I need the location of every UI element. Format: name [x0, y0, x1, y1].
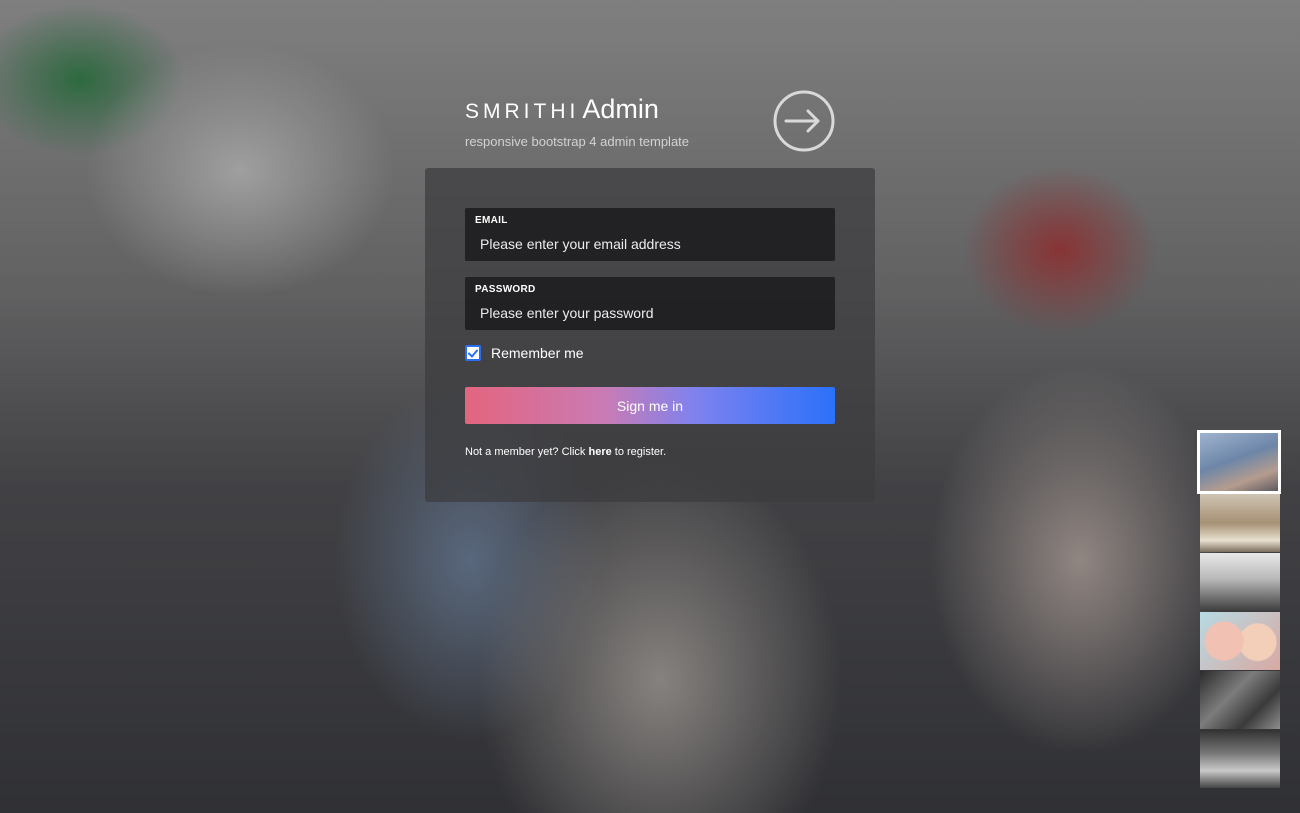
password-field[interactable]: PASSWORD	[465, 277, 835, 330]
password-label: PASSWORD	[475, 284, 536, 295]
login-card: EMAIL PASSWORD Remember me Sign me in No…	[425, 168, 875, 502]
password-input[interactable]	[480, 303, 820, 323]
brand-tagline: responsive bootstrap 4 admin template	[465, 134, 690, 149]
background-thumbnail[interactable]	[1200, 671, 1280, 729]
brand-name-primary: SMRITHI	[465, 100, 580, 123]
background-thumbnail[interactable]	[1200, 553, 1280, 611]
register-suffix: to register.	[611, 446, 667, 458]
email-field[interactable]: EMAIL	[465, 208, 835, 261]
register-prefix: Not a member yet? Click	[465, 446, 589, 458]
check-icon	[468, 349, 478, 357]
brand-title: SMRITHI Admin	[465, 94, 689, 125]
background-thumbnail[interactable]	[1197, 430, 1281, 494]
brand-name-secondary: Admin	[582, 94, 659, 124]
email-input[interactable]	[480, 234, 820, 254]
background-thumbnails	[1197, 430, 1281, 789]
register-prompt: Not a member yet? Click here to register…	[465, 446, 666, 458]
sign-in-button[interactable]: Sign me in	[465, 387, 835, 424]
remember-me-checkbox[interactable]	[465, 345, 481, 361]
register-link[interactable]: here	[588, 446, 611, 458]
background-thumbnail[interactable]	[1200, 730, 1280, 788]
email-label: EMAIL	[475, 215, 508, 226]
brand: SMRITHI Admin responsive bootstrap 4 adm…	[465, 94, 689, 149]
remember-me[interactable]: Remember me	[465, 345, 584, 361]
background-thumbnail[interactable]	[1200, 494, 1280, 552]
login-page: SMRITHI Admin responsive bootstrap 4 adm…	[0, 0, 1300, 813]
sign-in-icon	[773, 90, 835, 152]
remember-me-label: Remember me	[491, 345, 584, 361]
background-thumbnail[interactable]	[1200, 612, 1280, 670]
